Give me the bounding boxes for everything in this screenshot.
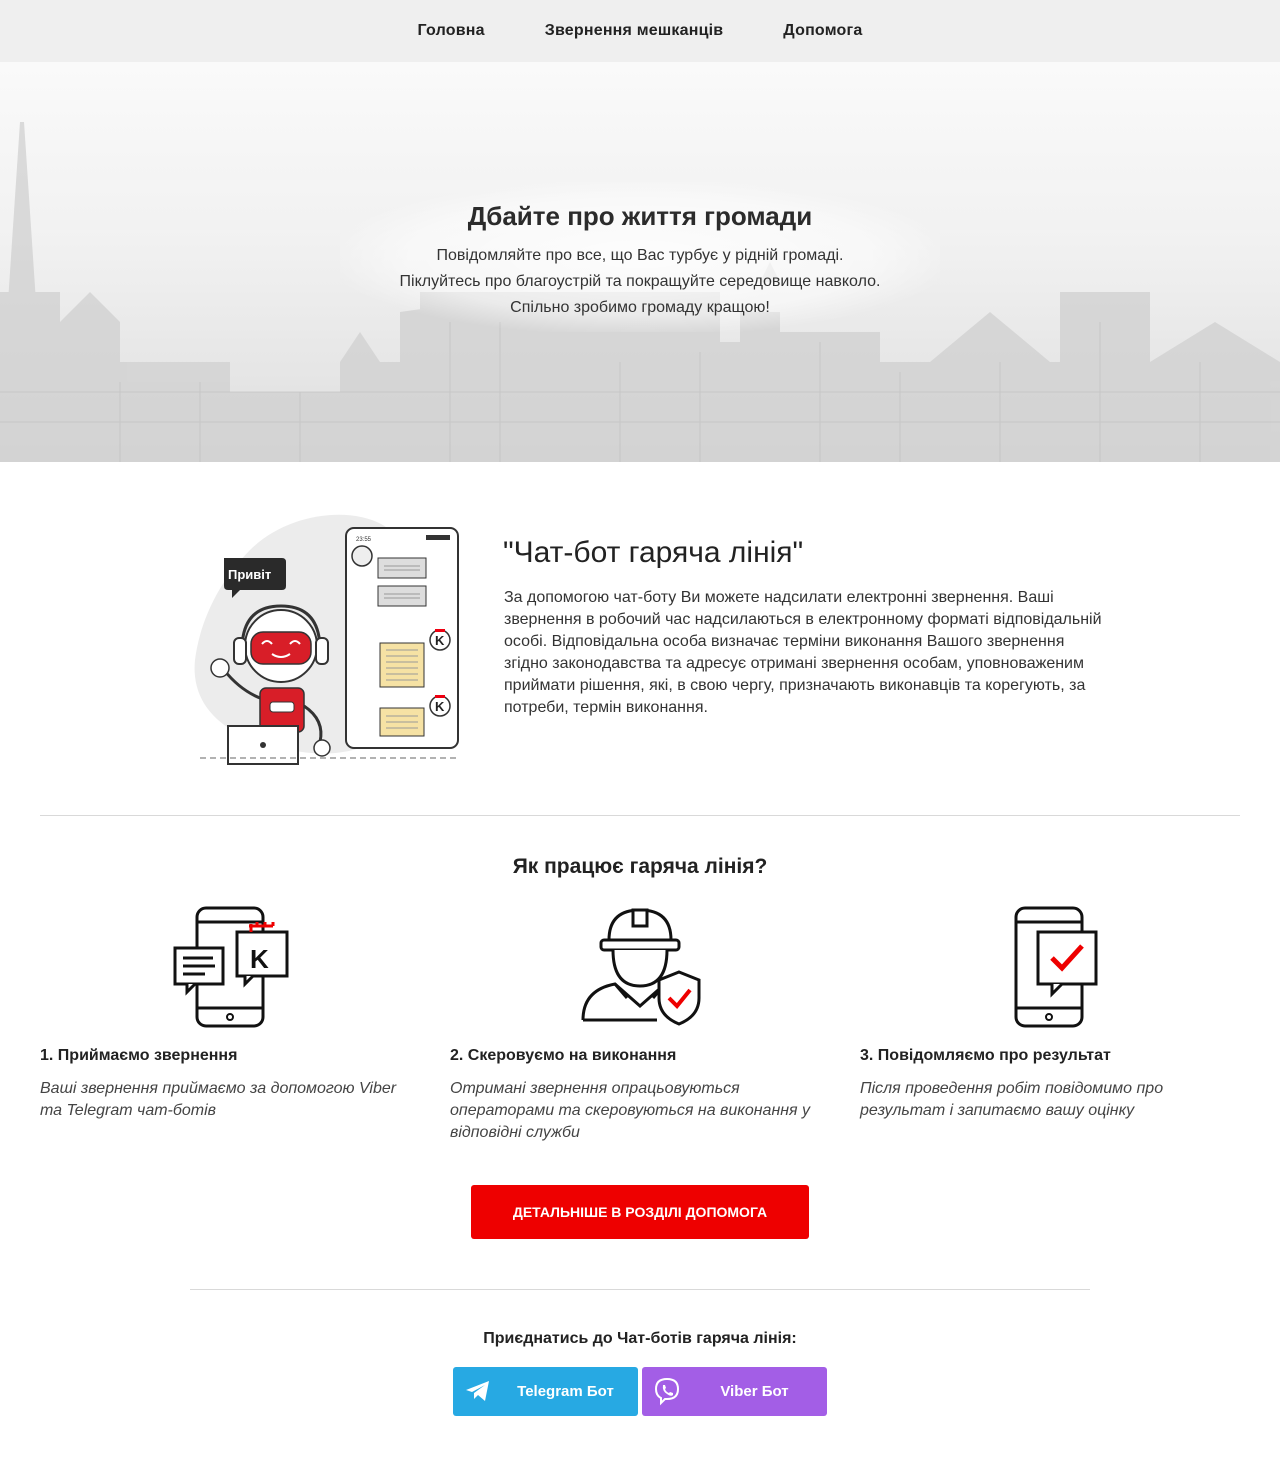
step-2-text: Отримані звернення опрацьовуються операт…	[450, 1080, 811, 1141]
hero-line-1: Повідомляйте про все, що Вас турбує у рі…	[436, 247, 844, 264]
help-details-button[interactable]: Детальніше в розділі Допомога	[471, 1185, 809, 1239]
bubble-text: Привіт	[228, 567, 271, 582]
viber-bot-label: Viber Бот	[720, 1383, 789, 1400]
step-1-text: Ваші звернення приймаємо за допомогою Vi…	[40, 1080, 397, 1119]
top-nav: Головна Звернення мешканців Допомога	[0, 0, 1280, 62]
hero-line-3: Спільно зробимо громаду кращою!	[510, 299, 770, 316]
step-3-title: 3. Повідомляємо про результат	[860, 1047, 1111, 1064]
phone-chat-icon: K	[173, 906, 289, 1028]
join-bots-title: Приєднатись до Чат-ботів гаряча лінія:	[483, 1330, 797, 1347]
chatbot-description: За допомогою чат-боту Ви можете надсилат…	[504, 589, 1102, 716]
hero-line-2: Піклуйтесь про благоустрій та покращуйте…	[399, 273, 881, 290]
phone-check-icon	[1014, 906, 1098, 1028]
nav-item-help[interactable]: Допомога	[753, 22, 892, 40]
telegram-bot-button[interactable]: Telegram Бот	[453, 1367, 638, 1416]
step-2-title: 2. Скеровуємо на виконання	[450, 1047, 677, 1064]
chatbot-title: "Чат-бот гаряча лінія"	[503, 536, 804, 569]
step-3-text: Після проведення робіт повідомимо про ре…	[860, 1080, 1164, 1119]
viber-bot-button[interactable]: Viber Бот	[642, 1367, 827, 1416]
worker-shield-icon	[581, 908, 701, 1026]
telegram-icon	[466, 1381, 489, 1401]
hero-title: Дбайте про життя громади	[467, 201, 813, 231]
telegram-bot-label: Telegram Бот	[517, 1383, 614, 1400]
how-it-works-title: Як працює гаряча лінія?	[512, 855, 768, 878]
section-divider-2	[190, 1289, 1090, 1290]
badge-k-2: K	[435, 699, 445, 714]
robot-chatbot-illustration: 23:55 K K Привіт	[194, 514, 460, 765]
section-divider	[40, 815, 1240, 816]
step-1-title: 1. Приймаємо звернення	[40, 1047, 238, 1064]
hero-banner: Дбайте про життя громади Повідомляйте пр…	[0, 62, 1280, 462]
badge-k-1: K	[435, 633, 445, 648]
viber-icon	[654, 1377, 680, 1406]
nav-item-home[interactable]: Головна	[388, 22, 515, 40]
svg-text:K: K	[250, 944, 269, 974]
phone-time: 23:55	[356, 537, 372, 543]
nav-item-appeals[interactable]: Звернення мешканців	[515, 22, 754, 40]
